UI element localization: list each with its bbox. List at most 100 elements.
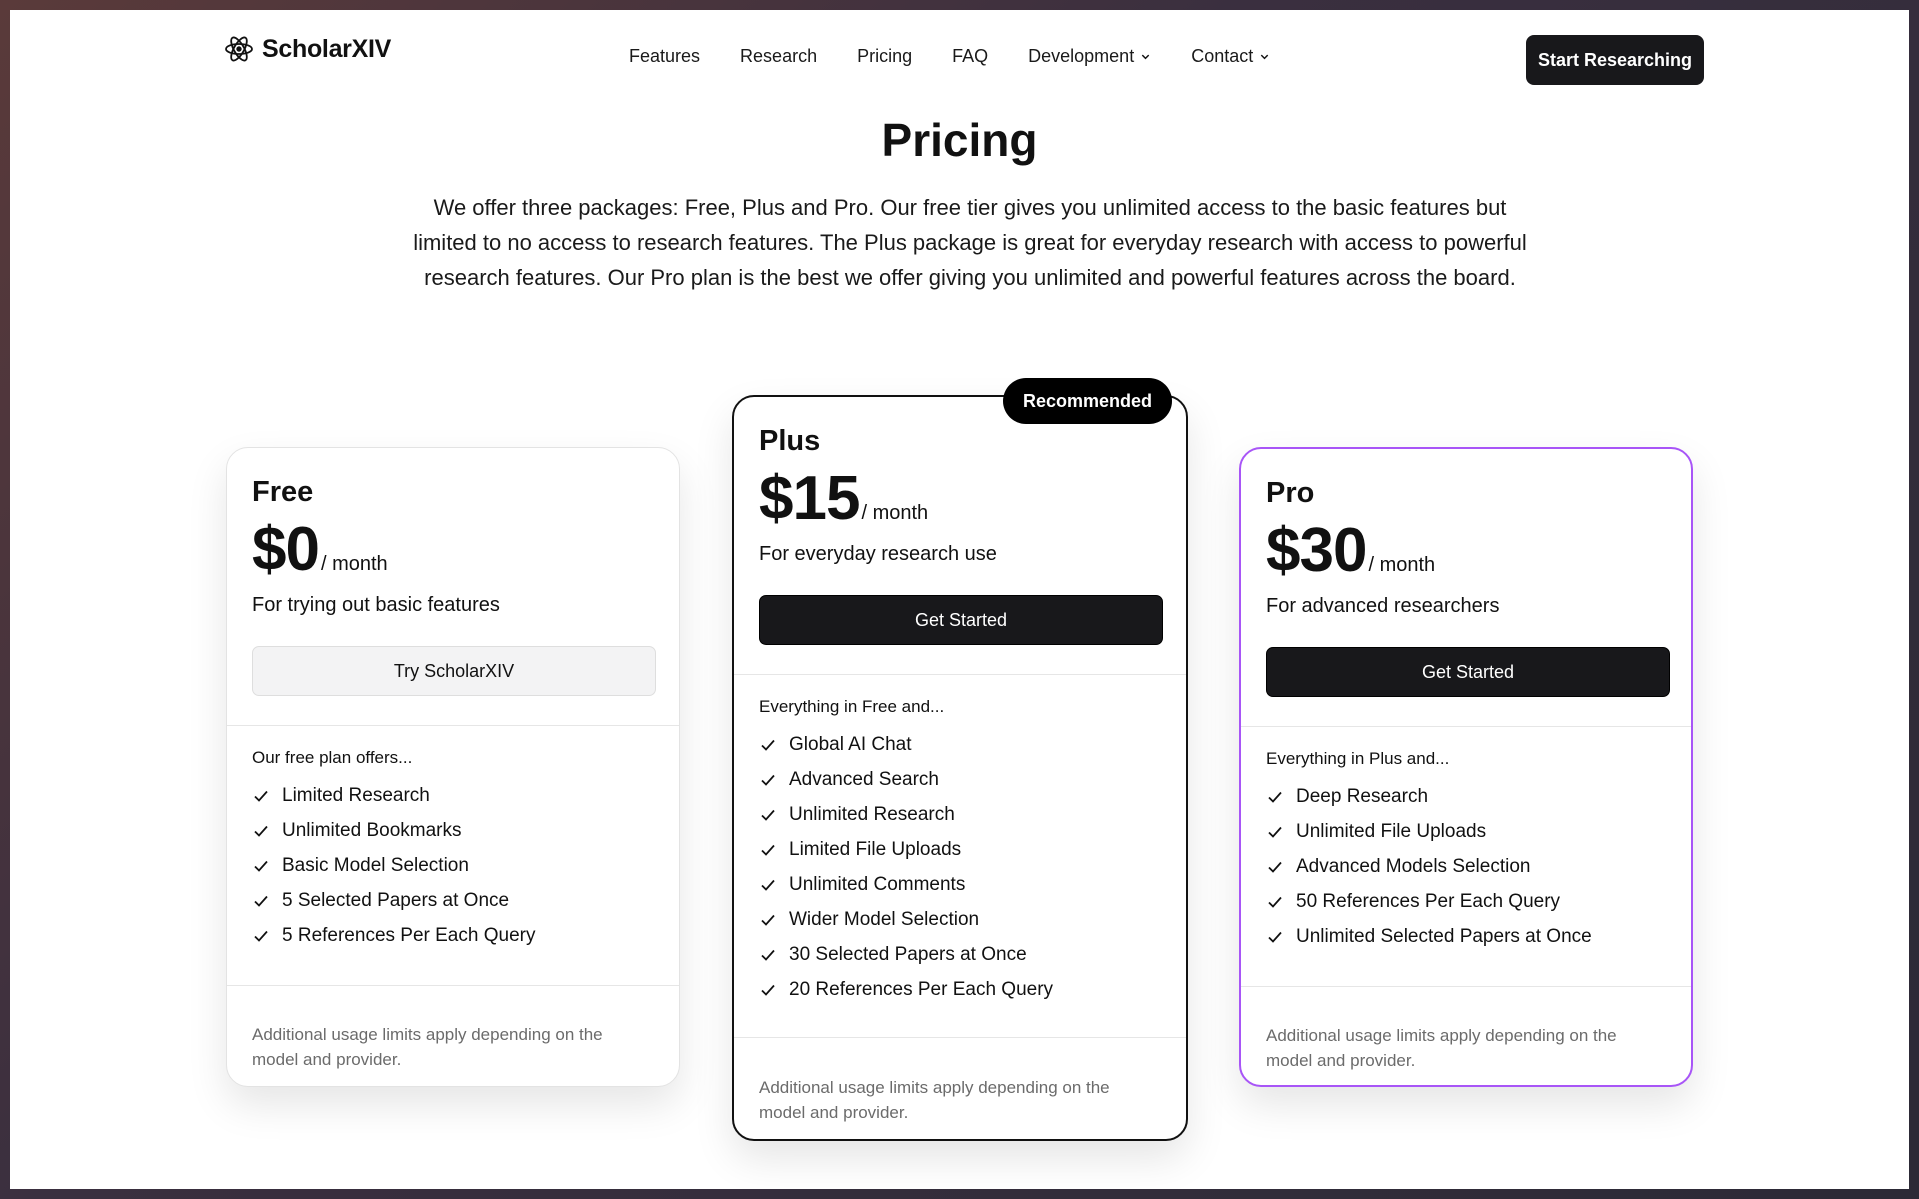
atom-icon bbox=[225, 36, 253, 62]
feature-item: Advanced Search bbox=[759, 762, 1053, 797]
browser-viewport: ScholarXIV Features Research Pricing FAQ… bbox=[10, 10, 1909, 1189]
check-icon bbox=[1268, 861, 1282, 873]
check-icon bbox=[1268, 791, 1282, 803]
brand-logo[interactable]: ScholarXIV bbox=[224, 34, 391, 64]
check-icon bbox=[761, 809, 775, 821]
card-divider bbox=[734, 1037, 1186, 1038]
card-divider bbox=[734, 674, 1186, 675]
check-icon bbox=[254, 895, 268, 907]
features-intro: Everything in Free and... bbox=[759, 697, 945, 716]
usage-note: Additional usage limits apply depending … bbox=[759, 1078, 1110, 1122]
check-icon bbox=[761, 774, 775, 786]
nav-item-faq[interactable]: FAQ bbox=[952, 46, 988, 67]
feature-item: 5 References Per Each Query bbox=[252, 918, 535, 953]
nav-item-research[interactable]: Research bbox=[740, 46, 817, 67]
feature-item: Unlimited Comments bbox=[759, 867, 1053, 902]
price-row: $0 / month bbox=[252, 514, 388, 585]
plan-card-free: Free $0 / month For trying out basic fea… bbox=[226, 447, 680, 1087]
nav-label: Pricing bbox=[857, 46, 913, 66]
plan-period: / month bbox=[861, 502, 929, 524]
feature-item: Wider Model Selection bbox=[759, 902, 1053, 937]
check-icon bbox=[761, 984, 775, 996]
plan-price: $15 bbox=[759, 464, 860, 533]
nav-item-contact[interactable]: Contact bbox=[1191, 46, 1270, 67]
plan-tagline: For everyday research use bbox=[759, 543, 997, 565]
nav-item-development[interactable]: Development bbox=[1028, 46, 1151, 67]
check-icon bbox=[254, 860, 268, 872]
check-icon bbox=[1268, 826, 1282, 838]
page-title: Pricing bbox=[881, 114, 1038, 166]
nav-label: FAQ bbox=[952, 46, 989, 66]
feature-label: Advanced Models Selection bbox=[1296, 855, 1531, 877]
nav-label: Contact bbox=[1191, 46, 1254, 66]
nav-label: Features bbox=[629, 46, 701, 66]
feature-label: 5 Selected Papers at Once bbox=[282, 889, 510, 911]
feature-item: Global AI Chat bbox=[759, 727, 1053, 762]
check-icon bbox=[1268, 896, 1282, 908]
pro-get-started-button[interactable]: Get Started bbox=[1266, 647, 1670, 697]
features-intro: Everything in Plus and... bbox=[1266, 749, 1450, 768]
card-divider bbox=[227, 985, 679, 986]
check-icon bbox=[1268, 931, 1282, 943]
feature-label: 20 References Per Each Query bbox=[789, 978, 1054, 1000]
feature-label: Deep Research bbox=[1296, 785, 1429, 807]
plan-name: Pro bbox=[1266, 477, 1315, 509]
feature-list: Limited Research Unlimited Bookmarks Bas… bbox=[252, 778, 535, 953]
chevron-down-icon bbox=[1141, 54, 1150, 60]
plan-period: / month bbox=[320, 553, 388, 575]
pricing-intro: We offer three packages: Free, Plus and … bbox=[413, 195, 1527, 290]
plan-price: $30 bbox=[1266, 516, 1367, 585]
feature-label: Unlimited File Uploads bbox=[1296, 820, 1487, 842]
feature-label: Limited File Uploads bbox=[789, 838, 962, 860]
main-nav: Features Research Pricing FAQ Developmen… bbox=[629, 46, 1310, 67]
plan-name: Free bbox=[252, 476, 314, 508]
feature-item: 50 References Per Each Query bbox=[1266, 884, 1592, 919]
plan-tagline: For trying out basic features bbox=[252, 594, 500, 616]
feature-label: Wider Model Selection bbox=[789, 908, 980, 930]
check-icon bbox=[254, 790, 268, 802]
nav-item-features[interactable]: Features bbox=[629, 46, 700, 67]
feature-label: Unlimited Comments bbox=[789, 873, 966, 895]
card-divider bbox=[227, 725, 679, 726]
feature-list: Global AI Chat Advanced Search Unlimited… bbox=[759, 727, 1053, 1007]
plan-tagline: For advanced researchers bbox=[1266, 595, 1500, 617]
price-row: $15 / month bbox=[759, 463, 928, 534]
features-intro: Our free plan offers... bbox=[252, 748, 413, 767]
start-researching-button[interactable]: Start Researching bbox=[1526, 35, 1704, 85]
plan-card-pro: Pro $30 / month For advanced researchers… bbox=[1239, 447, 1693, 1087]
plan-price: $0 bbox=[252, 515, 320, 584]
feature-label: 30 Selected Papers at Once bbox=[789, 943, 1027, 965]
nav-label: Development bbox=[1028, 46, 1135, 66]
check-icon bbox=[761, 844, 775, 856]
card-divider bbox=[1241, 986, 1691, 987]
try-scholarxiv-button[interactable]: Try ScholarXIV bbox=[252, 646, 656, 696]
chevron-down-icon bbox=[1261, 54, 1269, 60]
feature-label: Unlimited Research bbox=[789, 803, 955, 825]
feature-item: Advanced Models Selection bbox=[1266, 849, 1592, 884]
check-icon bbox=[761, 914, 775, 926]
feature-item: Unlimited Research bbox=[759, 797, 1053, 832]
nav-item-pricing[interactable]: Pricing bbox=[857, 46, 912, 67]
feature-item: Unlimited Selected Papers at Once bbox=[1266, 919, 1592, 954]
feature-item: Basic Model Selection bbox=[252, 848, 535, 883]
site-header: ScholarXIV Features Research Pricing FAQ… bbox=[10, 10, 1909, 110]
feature-item: Limited Research bbox=[252, 778, 535, 813]
feature-list: Deep Research Unlimited File Uploads Adv… bbox=[1266, 779, 1592, 954]
feature-item: 30 Selected Papers at Once bbox=[759, 937, 1053, 972]
plus-get-started-button[interactable]: Get Started bbox=[759, 595, 1163, 645]
nav-label: Research bbox=[740, 46, 818, 66]
plan-period: / month bbox=[1368, 554, 1436, 576]
feature-item: Unlimited File Uploads bbox=[1266, 814, 1592, 849]
feature-item: Unlimited Bookmarks bbox=[252, 813, 535, 848]
feature-label: Unlimited Bookmarks bbox=[282, 819, 462, 841]
card-divider bbox=[1241, 726, 1691, 727]
feature-item: 20 References Per Each Query bbox=[759, 972, 1053, 1007]
feature-label: Basic Model Selection bbox=[282, 854, 469, 876]
check-icon bbox=[761, 949, 775, 961]
check-icon bbox=[254, 825, 268, 837]
feature-label: 50 References Per Each Query bbox=[1296, 890, 1561, 912]
feature-label: 5 References Per Each Query bbox=[282, 924, 536, 946]
feature-label: Advanced Search bbox=[789, 768, 939, 790]
plan-card-plus: Recommended Plus $15 / month For everyda… bbox=[732, 378, 1188, 1141]
check-icon bbox=[761, 879, 775, 891]
